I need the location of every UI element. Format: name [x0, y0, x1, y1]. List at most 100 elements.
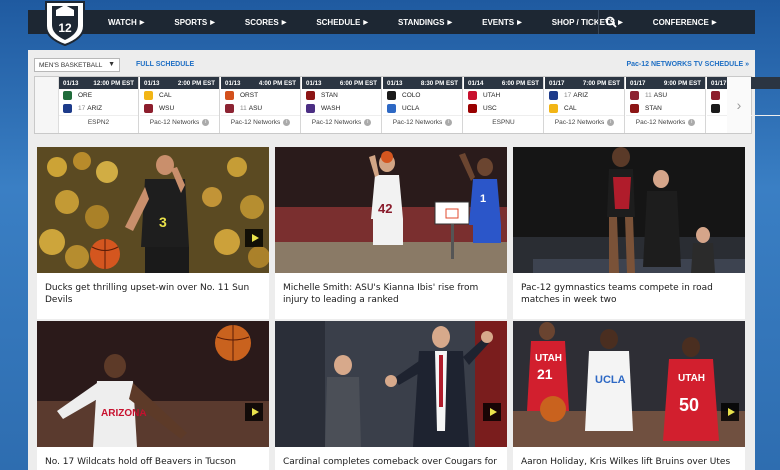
jersey-text: ARIZONA [101, 408, 147, 419]
search-icon[interactable] [598, 10, 622, 34]
article-image[interactable]: UTAH 21 UCLA UTAH 50 [513, 321, 745, 447]
jersey-number: 3 [159, 214, 167, 230]
game-network: Pac-12 Networks i [221, 115, 300, 128]
game-network: Pac-12 Networks i [545, 115, 624, 128]
info-icon[interactable]: i [283, 118, 291, 126]
team-logo-icon [306, 91, 315, 100]
sport-select[interactable]: MEN'S BASKETBALL ▼ [34, 58, 120, 72]
nav-sports[interactable]: SPORTS ▶ [174, 18, 215, 27]
game-time: 2:00 PM EST [177, 79, 215, 87]
scroll-right-button[interactable]: › [727, 77, 751, 133]
tv-schedule-link[interactable]: Pac-12 NETWORKS TV SCHEDULE » [626, 61, 749, 68]
team-name: UCLA [402, 105, 420, 112]
team-logo-icon [630, 104, 639, 113]
scroll-left-button[interactable] [35, 77, 59, 133]
video-play-button[interactable] [483, 403, 501, 421]
team-logo-icon [549, 104, 558, 113]
team-row: COLO [383, 89, 462, 102]
game-network: Pac-12 Networks i [140, 115, 219, 128]
article-caption[interactable]: Cardinal completes comeback over Cougars… [275, 447, 507, 470]
jersey-text: UTAH [535, 353, 562, 364]
game-tile[interactable]: 01/13 4:00 PM EST ORST 11 ASU Pac-12 Networks… [221, 77, 301, 133]
logo-text: 12 [58, 21, 72, 35]
video-play-button[interactable] [245, 403, 263, 421]
sport-select-value: MEN'S BASKETBALL [39, 62, 103, 69]
network-label: ESPNU [492, 118, 515, 126]
info-icon[interactable]: i [607, 118, 615, 126]
team-rank: 17 [564, 92, 572, 99]
pac12-logo[interactable]: 12 [44, 0, 86, 47]
article-image[interactable]: ARIZONA [37, 321, 269, 447]
game-tile[interactable]: 01/17 9:00 PM EST 11 ASU STAN Pac-12 Networks… [626, 77, 706, 133]
team-logo-icon [225, 91, 234, 100]
network-label: Pac-12 Networks [311, 118, 362, 126]
team-row: 17 ARIZ [59, 102, 138, 115]
jersey-number: 50 [679, 395, 699, 415]
article-caption[interactable]: Pac-12 gymnastics teams compete in road … [513, 273, 745, 319]
article-image[interactable]: 3 [37, 147, 269, 273]
game-header: 01/14 6:00 PM EST [464, 77, 543, 89]
game-date: 01/13 [225, 79, 241, 87]
game-time: 9:00 PM EST [663, 79, 701, 87]
info-icon[interactable]: i [688, 118, 696, 126]
team-logo-icon [711, 91, 720, 100]
game-header: 01/13 2:00 PM EST [140, 77, 219, 89]
info-icon[interactable]: i [445, 118, 453, 126]
game-tile[interactable]: 01/13 12:00 PM EST ORE 17 ARIZ ESPN2 [59, 77, 139, 133]
info-icon[interactable]: i [364, 118, 372, 126]
nav-watch[interactable]: WATCH ▶ [108, 18, 144, 27]
team-logo-icon [306, 104, 315, 113]
team-logo-icon [63, 91, 72, 100]
jersey-number: 42 [378, 201, 392, 216]
team-row: ORST [221, 89, 300, 102]
info-icon[interactable]: i [202, 118, 210, 126]
article-card[interactable]: ARIZONA No. 17 Wildcats hold off Beavers… [37, 321, 269, 470]
nav-standings[interactable]: STANDINGS ▶ [398, 18, 452, 27]
game-time: 8:30 PM EST [420, 79, 458, 87]
chevron-right-icon: › [736, 97, 742, 113]
video-play-button[interactable] [245, 229, 263, 247]
team-name: STAN [645, 105, 662, 112]
team-name: WASH [321, 105, 341, 112]
article-card[interactable]: 42 1 Michelle Smith: ASU's Kianna Ibis' … [275, 147, 507, 319]
network-label: Pac-12 Networks [149, 118, 200, 126]
video-play-button[interactable] [721, 403, 739, 421]
article-caption[interactable]: Michelle Smith: ASU's Kianna Ibis' rise … [275, 273, 507, 319]
game-tile[interactable]: 01/14 6:00 PM EST UTAH USC ESPNU [464, 77, 544, 133]
jersey-text: UCLA [595, 374, 626, 386]
nav-schedule[interactable]: SCHEDULE ▶ [316, 18, 368, 27]
team-row: UTAH [464, 89, 543, 102]
team-rank: 11 [240, 105, 247, 112]
team-logo-icon [144, 104, 153, 113]
jersey-number: 1 [480, 193, 486, 205]
article-caption[interactable]: Aaron Holiday, Kris Wilkes lift Bruins o… [513, 447, 745, 470]
article-image[interactable] [513, 147, 745, 273]
full-schedule-link[interactable]: FULL SCHEDULE [136, 61, 194, 68]
game-network: Pac-12 Networks i [302, 115, 381, 128]
team-rank: 11 [645, 92, 652, 99]
article-caption[interactable]: No. 17 Wildcats hold off Beavers in Tucs… [37, 447, 269, 470]
game-tile[interactable]: 01/13 6:00 PM EST STAN WASH Pac-12 Networks i [302, 77, 382, 133]
team-name: UTAH [483, 92, 501, 99]
network-label: Pac-12 Networks [554, 118, 605, 126]
article-image[interactable]: 42 1 [275, 147, 507, 273]
game-tile[interactable]: 01/13 2:00 PM EST CAL WSU Pac-12 Networks i [140, 77, 220, 133]
article-image[interactable] [275, 321, 507, 447]
nav-scores[interactable]: SCORES ▶ [245, 18, 286, 27]
nav-conference[interactable]: CONFERENCE ▶ [653, 18, 717, 27]
team-row: ORE [59, 89, 138, 102]
team-logo-icon [549, 91, 558, 100]
article-card[interactable]: UTAH 21 UCLA UTAH 50 Aaron Holiday, Kris… [513, 321, 745, 470]
article-card[interactable]: Pac-12 gymnastics teams compete in road … [513, 147, 745, 319]
jersey-text: UTAH [678, 373, 705, 384]
nav-events[interactable]: EVENTS ▶ [482, 18, 522, 27]
article-caption[interactable]: Ducks get thrilling upset-win over No. 1… [37, 273, 269, 319]
team-name: USC [483, 105, 497, 112]
team-row: 11 ASU [221, 102, 300, 115]
game-header: 01/13 12:00 PM EST [59, 77, 138, 89]
game-tile[interactable]: 01/13 8:30 PM EST COLO UCLA Pac-12 Networks i [383, 77, 463, 133]
game-tile[interactable]: 01/17 7:00 PM EST 17 ARIZ CAL Pac-12 Networks… [545, 77, 625, 133]
article-card[interactable]: 3 Ducks get thrilling upset-win over No.… [37, 147, 269, 319]
article-card[interactable]: Cardinal completes comeback over Cougars… [275, 321, 507, 470]
team-row: 11 ASU [626, 89, 705, 102]
